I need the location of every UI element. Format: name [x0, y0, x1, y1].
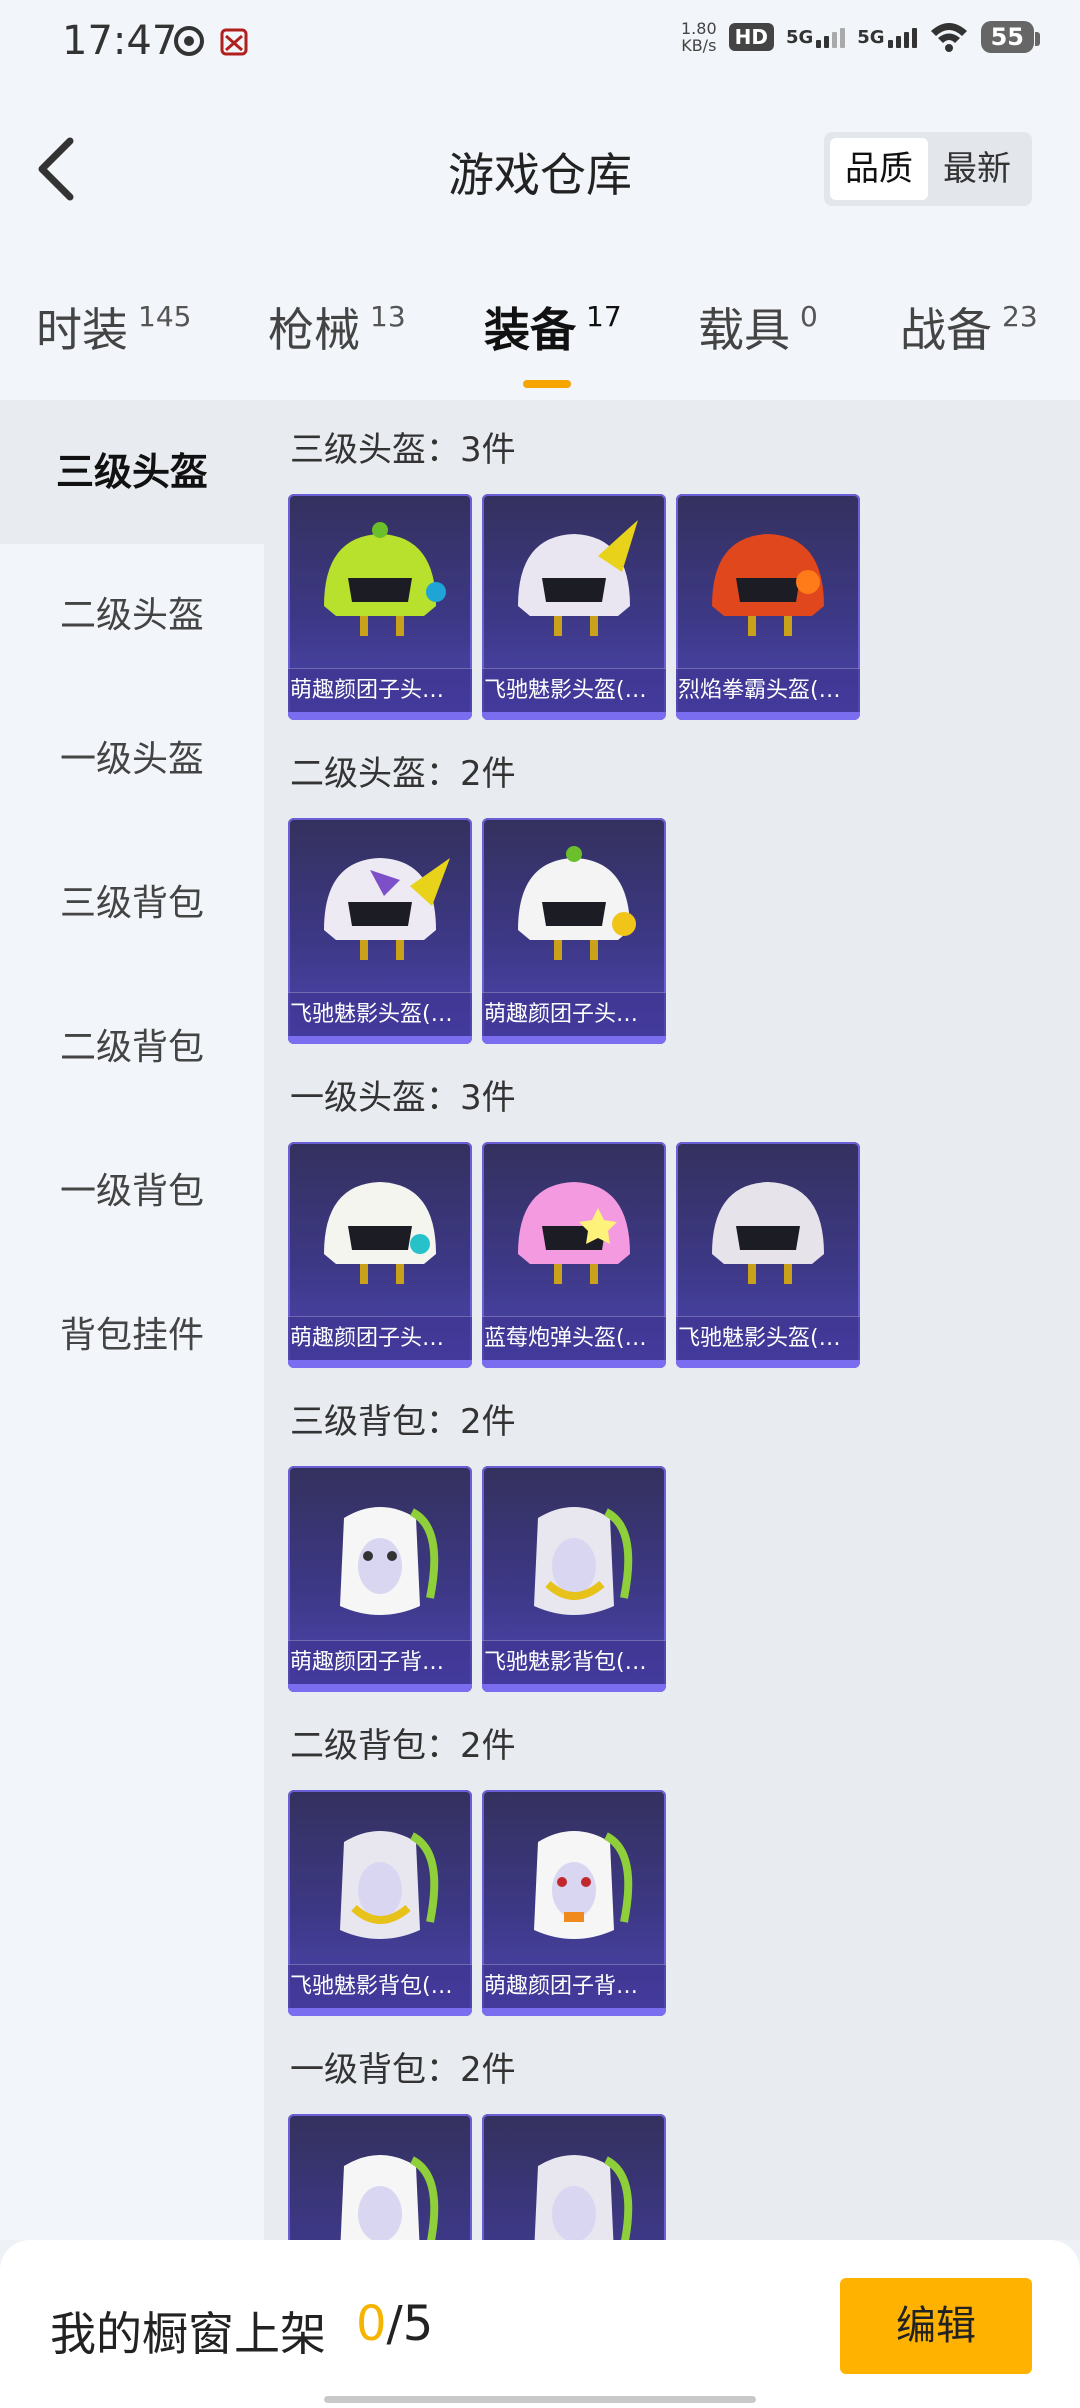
sort-option-quality[interactable]: 品质 [830, 138, 928, 200]
item-card[interactable]: 萌趣颜团子头… [288, 1142, 472, 1368]
item-card[interactable]: 飞驰魅影背包(… [482, 1466, 666, 1692]
item-card[interactable]: 飞驰魅影头盔(… [482, 494, 666, 720]
item-card[interactable]: 蓝莓炮弹头盔(… [482, 1142, 666, 1368]
status-indicators: 1.80 KB/s HD 5G 5G 55 [681, 19, 1041, 55]
section-level2-backpack: 二级背包：2件 飞驰魅影背包(… 萌趣颜团子背… [264, 1696, 1080, 2020]
tab-label: 时装 [36, 303, 128, 357]
tab-label: 战备 [900, 303, 992, 357]
section-level1-backpack: 一级背包：2件 [264, 2020, 1080, 2240]
backpack-icon [304, 1812, 456, 1952]
item-name: 飞驰魅影背包(… [288, 1964, 472, 2008]
edit-button[interactable]: 编辑 [840, 2278, 1032, 2374]
helmet-icon [324, 1182, 436, 1284]
item-name: 萌趣颜团子头… [288, 668, 472, 712]
tab-label: 枪械 [268, 303, 360, 357]
section-title: 三级头盔：3件 [290, 430, 516, 470]
battery-icon: 55 [980, 21, 1041, 53]
section-title: 一级背包：2件 [290, 2050, 516, 2090]
backpack-icon [498, 2136, 650, 2240]
tab-count: 0 [800, 300, 818, 333]
item-name: 飞驰魅影背包(… [482, 1640, 666, 1684]
sidebar-item-level2-backpack[interactable]: 二级背包 [0, 976, 264, 1120]
item-card[interactable] [482, 2114, 666, 2240]
bottom-bar: 我的橱窗上架 0/5 编辑 [0, 2240, 1080, 2408]
item-card[interactable]: 萌趣颜团子头… [482, 818, 666, 1044]
item-name: 萌趣颜团子头… [482, 992, 666, 1036]
net-speed: 1.80 KB/s [681, 19, 717, 55]
sidebar-item-backpack-charm[interactable]: 背包挂件 [0, 1264, 264, 1408]
sidebar: 三级头盔 二级头盔 一级头盔 三级背包 二级背包 一级背包 背包挂件 [0, 400, 264, 2240]
sidebar-item-level1-helmet[interactable]: 一级头盔 [0, 688, 264, 832]
status-time: 17:47 [62, 18, 178, 64]
helmet-icon [324, 522, 446, 636]
sidebar-item-level1-backpack[interactable]: 一级背包 [0, 1120, 264, 1264]
showcase-label: 我的橱窗上架 [50, 2307, 326, 2361]
item-name: 烈焰拳霸头盔(… [676, 668, 860, 712]
tab-label: 装备 [484, 303, 576, 357]
wifi-icon [930, 23, 967, 52]
showcase-count: 0/5 [356, 2296, 434, 2352]
item-card[interactable]: 飞驰魅影头盔(… [288, 818, 472, 1044]
tab-firearms[interactable]: 枪械 13 [268, 294, 406, 374]
section-title: 二级头盔：2件 [290, 754, 516, 794]
item-card[interactable]: 萌趣颜团子背… [482, 1790, 666, 2016]
helmet-icon [518, 520, 638, 636]
tab-count: 17 [586, 300, 622, 333]
status-bar: 17:47 1.80 KB/s HD 5G 5G 55 [0, 0, 1080, 84]
item-name: 飞驰魅影头盔(… [288, 992, 472, 1036]
section-level1-helmet: 一级头盔：3件 萌趣颜团子头… 蓝莓炮弹头盔(… 飞驰魅影头盔(… [264, 1048, 1080, 1372]
sidebar-item-level3-backpack[interactable]: 三级背包 [0, 832, 264, 976]
item-name: 飞驰魅影头盔(… [482, 668, 666, 712]
item-name: 萌趣颜团子背… [482, 1964, 666, 2008]
sidebar-item-level2-helmet[interactable]: 二级头盔 [0, 544, 264, 688]
backpack-icon [304, 2136, 456, 2240]
item-card[interactable]: 飞驰魅影头盔(… [676, 1142, 860, 1368]
backpack-icon [304, 1488, 456, 1628]
section-title: 一级头盔：3件 [290, 1078, 516, 1118]
tab-count: 23 [1002, 300, 1038, 333]
section-level3-backpack: 三级背包：2件 萌趣颜团子背… 飞驰魅影背包(… [264, 1372, 1080, 1696]
equipment-list: 三级头盔：3件 萌趣颜团子头… 飞驰魅影头盔(… 烈焰拳霸头盔(… 二级头盔：2… [264, 400, 1080, 2240]
helmet-icon [712, 534, 824, 636]
item-card[interactable] [288, 2114, 472, 2240]
tab-count: 145 [138, 300, 192, 333]
tab-vehicles[interactable]: 载具 0 [698, 294, 818, 374]
tab-label: 载具 [698, 303, 790, 357]
signal-icon: 5G [786, 27, 846, 48]
tab-count: 13 [370, 300, 406, 333]
section-title: 二级背包：2件 [290, 1726, 516, 1766]
section-level3-helmet: 三级头盔：3件 萌趣颜团子头… 飞驰魅影头盔(… 烈焰拳霸头盔(… [264, 400, 1080, 724]
item-name: 蓝莓炮弹头盔(… [482, 1316, 666, 1360]
category-tabs: 时装 145 枪械 13 装备 17 载具 0 战备 23 [0, 254, 1080, 400]
tab-supplies[interactable]: 战备 23 [900, 294, 1038, 374]
sidebar-item-level3-helmet[interactable]: 三级头盔 [0, 400, 264, 544]
tab-fashion[interactable]: 时装 145 [36, 294, 191, 374]
sort-toggle: 品质 最新 [824, 132, 1032, 206]
item-name: 萌趣颜团子背… [288, 1640, 472, 1684]
hd-icon: HD [728, 23, 774, 51]
item-name: 萌趣颜团子头… [288, 1316, 472, 1360]
app-notification-icon [220, 28, 248, 56]
backpack-icon [498, 1812, 650, 1952]
item-name: 飞驰魅影头盔(… [676, 1316, 860, 1360]
item-card[interactable]: 烈焰拳霸头盔(… [676, 494, 860, 720]
helmet-icon [518, 846, 636, 960]
tab-equipment[interactable]: 装备 17 [484, 294, 622, 388]
signal-icon: 5G [857, 27, 917, 48]
backpack-icon [498, 1488, 650, 1628]
item-card[interactable]: 飞驰魅影背包(… [288, 1790, 472, 2016]
helmet-icon [324, 858, 450, 960]
helmet-icon [518, 1182, 630, 1284]
header: 游戏仓库 品质 最新 [0, 84, 1080, 254]
section-level2-helmet: 二级头盔：2件 飞驰魅影头盔(… 萌趣颜团子头… [264, 724, 1080, 1048]
item-card[interactable]: 萌趣颜团子头… [288, 494, 472, 720]
item-card[interactable]: 萌趣颜团子背… [288, 1466, 472, 1692]
sort-option-newest[interactable]: 最新 [928, 138, 1026, 200]
section-title: 三级背包：2件 [290, 1402, 516, 1442]
helmet-icon [712, 1182, 824, 1284]
sync-icon [174, 26, 204, 56]
active-tab-indicator [522, 380, 571, 388]
home-indicator[interactable] [324, 2396, 756, 2403]
